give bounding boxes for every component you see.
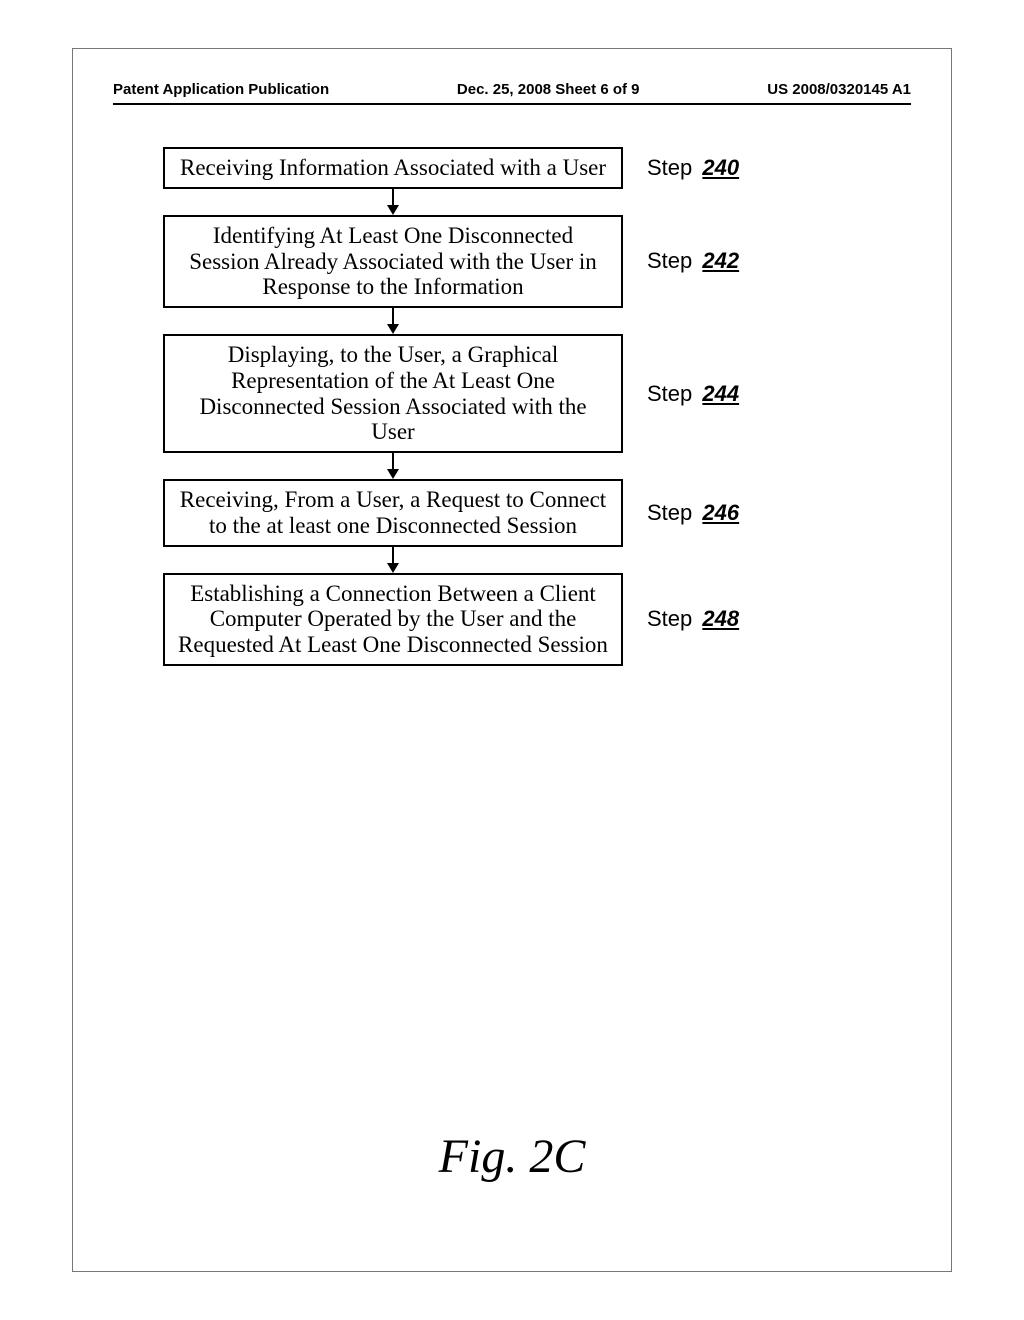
step-label: Step 244 [647,381,739,407]
step-word: Step [647,500,692,525]
step-label: Step 248 [647,606,739,632]
step-word: Step [647,248,692,273]
flow-box: Receiving, From a User, a Request to Con… [163,479,623,547]
flow-row: Establishing a Connection Between a Clie… [163,573,863,666]
arrow-wrap [163,189,623,215]
flow-box: Establishing a Connection Between a Clie… [163,573,623,666]
header-mid: Dec. 25, 2008 Sheet 6 of 9 [457,81,640,98]
header-right: US 2008/0320145 A1 [767,81,911,98]
arrow-down-icon [386,453,400,479]
page-header: Patent Application Publication Dec. 25, … [113,81,911,98]
flowchart: Receiving Information Associated with a … [163,147,863,666]
step-word: Step [647,381,692,406]
step-label: Step 242 [647,248,739,274]
flow-box: Receiving Information Associated with a … [163,147,623,189]
figure-label: Fig. 2C [73,1129,951,1184]
arrow-down-icon [386,189,400,215]
header-left: Patent Application Publication [113,81,329,98]
arrow-wrap [163,453,623,479]
step-number: 248 [702,606,739,631]
flow-box: Displaying, to the User, a Graphical Rep… [163,334,623,453]
step-word: Step [647,606,692,631]
arrow-down-icon [386,308,400,334]
page-frame: Patent Application Publication Dec. 25, … [72,48,952,1272]
flow-row: Receiving, From a User, a Request to Con… [163,479,863,547]
step-number: 240 [702,155,739,180]
step-label: Step 246 [647,500,739,526]
step-label: Step 240 [647,155,739,181]
flow-row: Receiving Information Associated with a … [163,147,863,189]
arrow-wrap [163,308,623,334]
step-number: 244 [702,381,739,406]
arrow-wrap [163,547,623,573]
step-number: 246 [702,500,739,525]
step-word: Step [647,155,692,180]
flow-row: Identifying At Least One Disconnected Se… [163,215,863,308]
flow-row: Displaying, to the User, a Graphical Rep… [163,334,863,453]
header-rule [113,103,911,105]
step-number: 242 [702,248,739,273]
flow-box: Identifying At Least One Disconnected Se… [163,215,623,308]
arrow-down-icon [386,547,400,573]
